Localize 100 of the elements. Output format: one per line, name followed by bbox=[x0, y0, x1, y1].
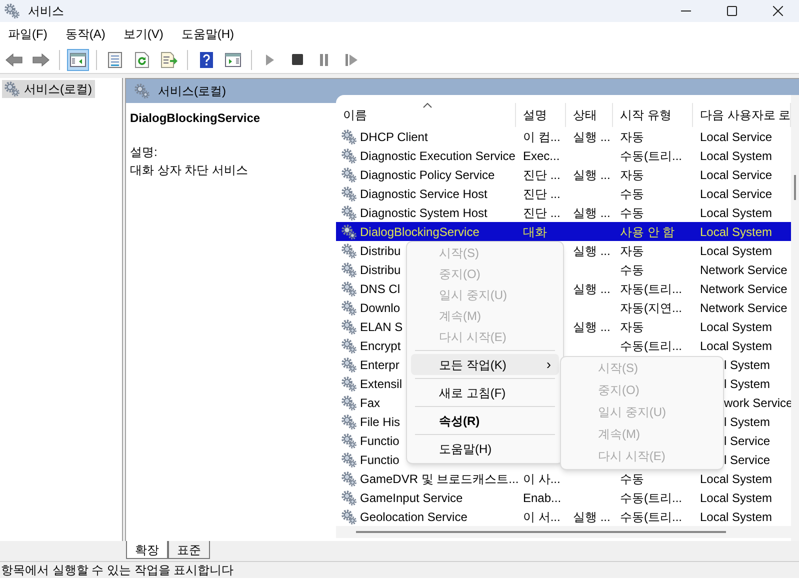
table-cell-text: Local System bbox=[700, 508, 772, 526]
console-tree-icon[interactable] bbox=[70, 52, 86, 66]
gears-icon bbox=[341, 490, 357, 506]
gears-icon bbox=[341, 338, 357, 354]
table-cell-text: Local System bbox=[700, 242, 772, 260]
gears-icon bbox=[341, 470, 357, 486]
table-cell-text: 진단 ... bbox=[523, 166, 560, 184]
gears-icon bbox=[341, 242, 357, 258]
table-cell-text: Local System bbox=[700, 204, 772, 222]
table-cell-text: Network Service bbox=[700, 280, 788, 298]
view-tab[interactable]: 표준 bbox=[168, 541, 210, 559]
tree-item[interactable]: 서비스(로컬) bbox=[2, 80, 95, 98]
properties-icon[interactable] bbox=[108, 52, 122, 68]
column-header[interactable]: 이름 bbox=[336, 103, 516, 127]
table-cell-text: Diagnostic System Host bbox=[360, 204, 488, 222]
gears-icon bbox=[341, 508, 357, 524]
context-menu-item[interactable]: 새로 고침(F) bbox=[411, 382, 559, 403]
back-arrow-icon[interactable] bbox=[5, 52, 23, 66]
gears-icon bbox=[341, 414, 357, 430]
table-cell-text: Fax bbox=[360, 394, 380, 412]
table-cell-text: File His bbox=[360, 414, 400, 430]
context-menu-item[interactable]: 속성(R) bbox=[411, 410, 559, 431]
menu-item[interactable]: 동작(A) bbox=[65, 25, 106, 43]
gears-icon bbox=[341, 300, 357, 316]
table-cell-text: 실행 ... bbox=[573, 508, 610, 526]
table-cell-text: Exec... bbox=[523, 148, 560, 164]
gears-icon bbox=[341, 432, 357, 448]
vertical-scrollbar[interactable] bbox=[794, 175, 796, 200]
refresh-icon[interactable] bbox=[135, 52, 149, 68]
table-cell-text: Extensil bbox=[360, 376, 402, 392]
context-menu-item[interactable]: 모든 작업(K) › bbox=[411, 354, 559, 375]
menu-item[interactable]: 보기(V) bbox=[123, 25, 164, 43]
gears-icon bbox=[341, 376, 357, 392]
column-header[interactable]: 상태 bbox=[566, 103, 613, 127]
description-label: 설명: bbox=[130, 144, 158, 161]
context-menu-item[interactable]: 도움말(H) bbox=[411, 438, 559, 459]
table-cell-text: GameInput Service bbox=[360, 490, 463, 506]
table-cell-text: Network Service bbox=[700, 300, 788, 316]
resume-icon[interactable] bbox=[344, 54, 358, 66]
window-title: 서비스 bbox=[28, 3, 64, 20]
table-cell-text: DialogBlockingService bbox=[360, 224, 480, 240]
table-cell-text: 수동 bbox=[620, 262, 644, 278]
table-cell-text: DHCP Client bbox=[360, 128, 428, 146]
table-cell-text: Local System bbox=[700, 318, 772, 336]
table-cell-text: Local System bbox=[700, 338, 772, 354]
view-tab[interactable]: 확장 bbox=[126, 541, 168, 559]
close-icon[interactable] bbox=[773, 6, 783, 16]
table-cell-text: 실행 ... bbox=[573, 242, 610, 260]
table-cell-text: 이 컴... bbox=[523, 128, 560, 146]
forward-arrow-icon[interactable] bbox=[32, 52, 50, 66]
column-header[interactable]: 설명 bbox=[516, 103, 566, 127]
table-cell-text: 실행 ... bbox=[573, 318, 610, 336]
pause-icon[interactable] bbox=[319, 54, 329, 66]
table-cell-text: 자동 bbox=[620, 128, 644, 146]
table-cell-text: work Service bbox=[724, 394, 793, 412]
help-icon[interactable] bbox=[200, 52, 212, 68]
menu-item[interactable]: 파일(F) bbox=[8, 25, 48, 43]
table-cell-text: Local System bbox=[700, 470, 772, 488]
menu-item[interactable]: 도움말(H) bbox=[181, 25, 234, 43]
table-cell-text: 자동 bbox=[620, 242, 644, 260]
table-cell-text: 사용 안 함 bbox=[620, 224, 675, 240]
gears-icon bbox=[341, 186, 357, 202]
table-cell-text: l Service bbox=[724, 432, 770, 450]
horizontal-scrollbar[interactable] bbox=[356, 531, 726, 533]
action-pane-icon[interactable] bbox=[225, 52, 241, 66]
table-cell-text: l System bbox=[724, 414, 770, 430]
table-cell-text: Distribu bbox=[360, 242, 401, 260]
table-cell-text: Diagnostic Execution Service bbox=[360, 148, 516, 164]
table-cell-text: l Service bbox=[724, 452, 770, 468]
gears-icon bbox=[341, 356, 357, 372]
gears-icon bbox=[341, 204, 357, 220]
table-cell-text: 진단 ... bbox=[523, 204, 560, 222]
table-cell-text: Local Service bbox=[700, 166, 772, 184]
table-cell-text: Enterpr bbox=[360, 356, 400, 374]
play-icon[interactable] bbox=[265, 54, 275, 66]
gears-icon bbox=[4, 81, 20, 97]
table-cell-text: Local System bbox=[700, 490, 772, 506]
column-header[interactable]: 시작 유형 bbox=[613, 103, 693, 127]
table-cell-text: 수동 bbox=[620, 204, 644, 222]
table-cell-text: 수동(트리... bbox=[620, 490, 682, 506]
table-cell-text: 진단 ... bbox=[523, 186, 560, 202]
gears-icon bbox=[341, 224, 357, 240]
sort-ascending-icon bbox=[423, 103, 432, 108]
table-cell-text: 수동 bbox=[620, 186, 644, 202]
stop-icon[interactable] bbox=[292, 54, 302, 65]
table-cell-text: ELAN S bbox=[360, 318, 403, 336]
maximize-icon[interactable] bbox=[727, 6, 737, 16]
gears-icon bbox=[341, 166, 357, 182]
table-cell-text: 자동(트리... bbox=[620, 280, 682, 298]
table-cell-text: 이 사... bbox=[523, 470, 560, 488]
table-cell-text: Geolocation Service bbox=[360, 508, 468, 526]
table-cell-text: 실행 ... bbox=[573, 204, 610, 222]
table-cell-text: Diagnostic Service Host bbox=[360, 186, 488, 202]
table-cell-text: 자동 bbox=[620, 318, 644, 336]
pane-title: 서비스(로컬) bbox=[158, 83, 226, 100]
app-gears-icon bbox=[4, 3, 20, 19]
table-cell-text: 자동(지연... bbox=[620, 300, 682, 316]
toolbar-button[interactable] bbox=[67, 48, 89, 70]
table-cell-text: Encrypt bbox=[360, 338, 401, 354]
table-cell-text: 수동(트리... bbox=[620, 508, 682, 526]
